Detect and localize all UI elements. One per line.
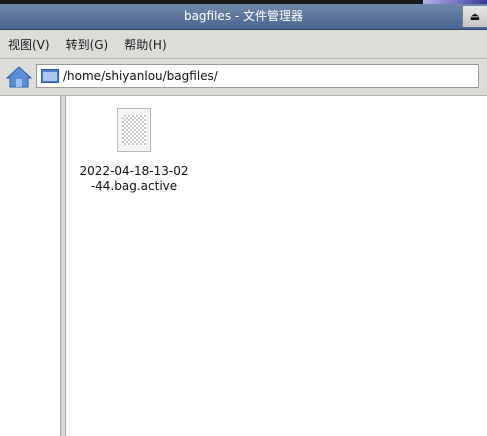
folder-icon xyxy=(41,69,59,83)
path-input[interactable]: /home/shiyanlou/bagfiles/ xyxy=(36,64,479,88)
menu-bar: 视图(V) 转到(G) 帮助(H) xyxy=(0,30,487,59)
file-name: 2022-04-18-13-02 -44.bag.active xyxy=(79,164,189,193)
unknown-file-icon xyxy=(117,108,151,152)
location-bar: /home/shiyanlou/bagfiles/ xyxy=(0,59,487,96)
path-text: /home/shiyanlou/bagfiles/ xyxy=(63,69,218,83)
window-title: bagfiles - 文件管理器 xyxy=(183,9,304,23)
menu-go[interactable]: 转到(G) xyxy=(58,36,117,53)
file-icon-pattern xyxy=(122,115,146,145)
title-bar[interactable]: bagfiles - 文件管理器 ⏏ xyxy=(0,4,487,30)
eject-icon: ⏏ xyxy=(469,10,481,23)
eject-button[interactable]: ⏏ xyxy=(462,6,487,27)
home-icon xyxy=(6,66,32,88)
menu-help[interactable]: 帮助(H) xyxy=(116,36,174,53)
menu-view[interactable]: 视图(V) xyxy=(0,36,58,53)
side-pane[interactable] xyxy=(0,96,60,436)
file-item[interactable]: 2022-04-18-13-02 -44.bag.active xyxy=(74,108,194,194)
file-view[interactable]: 2022-04-18-13-02 -44.bag.active xyxy=(66,96,487,436)
home-button[interactable] xyxy=(5,65,33,89)
